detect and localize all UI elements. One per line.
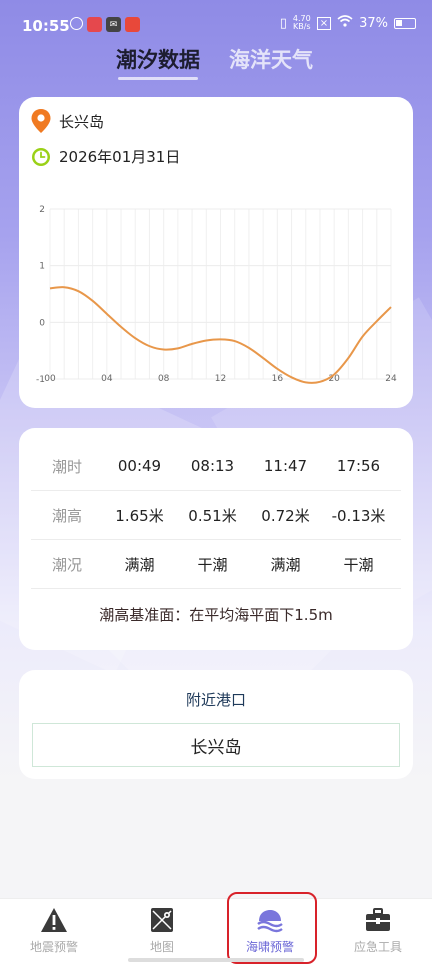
location-row: 长兴岛 [31, 109, 104, 133]
tide-row-label: 潮时 [51, 457, 82, 476]
tide-chart: 210-1 00 04 08 12 16 20 24 [36, 205, 397, 385]
port-selector[interactable]: 长兴岛 [32, 723, 400, 767]
network-speed: 4.70 KB/s [292, 14, 311, 31]
app-notification-icon [87, 17, 102, 32]
tide-table-card: 潮时 00:49 08:13 11:47 17:56 潮高 1.65米 0.51米 0.72米 -… [19, 428, 413, 650]
app-notification-icon [70, 17, 83, 30]
battery-percent: 37% [359, 15, 388, 31]
tide-cell: 干潮 [343, 555, 374, 574]
tide-date: 2026年01月31日 [59, 148, 181, 166]
nav-label: 地图 [149, 940, 174, 954]
tide-cell: 0.51米 [188, 506, 237, 525]
nearby-port-title: 附近港口 [185, 691, 246, 709]
status-right: ▯ 4.70 KB/s × 37% [280, 15, 416, 31]
map-icon [151, 908, 173, 932]
tide-row: 潮况 满潮 干潮 满潮 干潮 [31, 540, 401, 589]
tab-ocean-weather[interactable]: 海洋天气 [229, 44, 313, 74]
x-tick-label: 16 [272, 374, 284, 384]
vibrate-icon: ▯ [279, 15, 287, 31]
tide-cell: 满潮 [124, 555, 155, 574]
nav-earthquake-warning[interactable]: 地震预警 [0, 899, 108, 964]
tide-table: 潮时 00:49 08:13 11:47 17:56 潮高 1.65米 0.51米 0.72米 -… [31, 442, 401, 589]
nav-tsunami-warning[interactable]: 海啸预警 [216, 899, 324, 964]
nav-map[interactable]: 地图 [108, 899, 216, 964]
x-tick-label: 04 [101, 374, 113, 384]
tide-cell: 满潮 [270, 555, 301, 574]
y-tick-label: 0 [39, 318, 45, 328]
tide-cell: 0.72米 [261, 506, 310, 525]
tide-chart-card: 长兴岛 2026年01月31日 2 1 0 -1 00 04 08 12 16 20 24 [19, 97, 413, 408]
tide-cell: 干潮 [197, 555, 228, 574]
battery-icon [394, 17, 416, 29]
bottom-nav: 地震预警 地图 海啸预警 应急工具 [0, 898, 432, 964]
tide-cell: 17:56 [336, 457, 381, 475]
x-tick-label: 24 [385, 374, 397, 384]
wifi-icon [337, 15, 353, 31]
nav-label: 地震预警 [29, 940, 78, 954]
app-notification-icon [125, 17, 140, 32]
x-tick-label: 00 [44, 374, 56, 384]
sim-icon: × [316, 16, 332, 30]
tide-cell: 1.65米 [115, 506, 164, 525]
tsunami-wave-icon [257, 910, 283, 933]
mail-icon: ✉ [106, 17, 121, 32]
tide-row-label: 潮况 [51, 555, 82, 574]
tide-row-label: 潮高 [51, 506, 82, 525]
clock-icon [32, 147, 50, 166]
tide-row: 潮时 00:49 08:13 11:47 17:56 [31, 442, 401, 491]
tide-datum: 潮高基准面：在平均海平面下1.5m [99, 606, 333, 624]
tide-cell: 00:49 [117, 457, 162, 475]
y-tick-label: 2 [39, 205, 45, 215]
nav-label: 应急工具 [353, 940, 402, 954]
notification-icons: ✉ [70, 17, 140, 32]
warning-icon [41, 908, 67, 932]
status-bar: 10:55 ✉ ▯ 4.70 KB/s × 37% [0, 0, 432, 50]
tide-cell: 08:13 [190, 457, 235, 475]
x-tick-label: 08 [158, 374, 170, 384]
y-tick-label: 1 [39, 262, 45, 272]
nearby-port-card: 附近港口 长兴岛 [19, 670, 413, 779]
date-row: 2026年01月31日 [31, 146, 180, 167]
top-tabs: 潮汐数据 海洋天气 [0, 44, 432, 84]
location-name: 长兴岛 [59, 112, 105, 131]
tide-cell: -0.13米 [331, 506, 386, 525]
x-tick-label: 12 [215, 374, 226, 384]
tide-cell: 11:47 [263, 457, 308, 475]
location-pin-icon [31, 109, 51, 133]
toolbox-icon [366, 908, 390, 931]
tab-tide-data[interactable]: 潮汐数据 [116, 44, 200, 80]
status-time: 10:55 [22, 17, 70, 35]
nav-label: 海啸预警 [245, 940, 294, 954]
home-indicator[interactable] [128, 958, 304, 962]
tide-row: 潮高 1.65米 0.51米 0.72米 -0.13米 [31, 491, 401, 540]
nav-emergency-tools[interactable]: 应急工具 [324, 899, 432, 964]
